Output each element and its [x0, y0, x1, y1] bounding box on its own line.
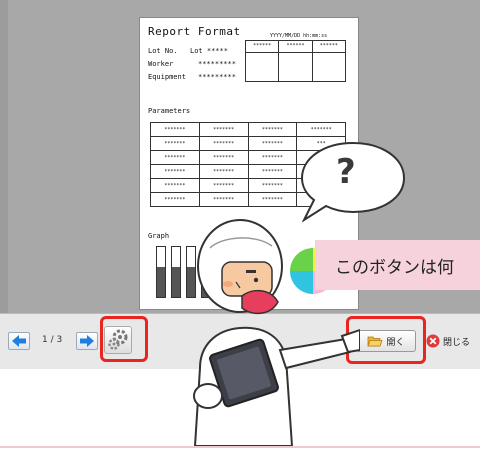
parameter-cell: ******* — [150, 136, 200, 151]
arrow-right-icon — [80, 335, 94, 347]
bottom-divider — [0, 446, 480, 448]
worker-value: ********* — [198, 60, 236, 68]
page-indicator: 1 / 3 — [42, 335, 63, 345]
parameter-cell: ******* — [247, 136, 298, 151]
stamp-header: ****** — [319, 43, 338, 49]
close-button[interactable]: 閉じる — [424, 330, 480, 352]
parameter-cell: ******* — [247, 178, 298, 193]
parameter-cell: ******* — [198, 164, 249, 179]
parameter-cell: ******* — [247, 122, 298, 137]
lot-label: Lot No. — [148, 47, 178, 55]
report-title: Report Format — [148, 25, 241, 38]
parameter-cell: ******* — [198, 122, 249, 137]
worker-label: Worker — [148, 60, 174, 68]
parameter-cell: ******* — [198, 178, 249, 193]
report-datetime: YYYY/MM/DD hh:mm:ss — [270, 33, 328, 39]
parameter-cell: ******* — [150, 122, 200, 137]
parameter-cell: ******* — [247, 192, 298, 207]
table-row: ******* ******* ******* ******* — [150, 122, 346, 137]
next-page-button[interactable] — [76, 332, 98, 350]
settings-highlight — [100, 316, 148, 362]
parameter-cell: ******* — [247, 164, 298, 179]
parameter-cell: ******* — [150, 178, 200, 193]
prev-page-button[interactable] — [8, 332, 30, 350]
worker-illustration — [193, 219, 360, 446]
close-icon — [426, 334, 440, 348]
stamp-header: ****** — [279, 41, 313, 52]
parameter-cell: ******* — [150, 150, 200, 165]
parameter-cell: ******* — [247, 150, 298, 165]
stamp-header: ****** — [246, 41, 280, 52]
equipment-label: Equipment — [148, 73, 186, 81]
parameters-label: Parameters — [148, 107, 191, 115]
parameter-cell: ******* — [150, 164, 200, 179]
parameter-cell: ******* — [296, 122, 346, 137]
question-mark: ? — [336, 152, 356, 192]
parameter-cell: ******* — [198, 150, 249, 165]
arrow-left-icon — [12, 335, 26, 347]
viewer-edge — [0, 0, 8, 313]
equipment-value: ********* — [198, 73, 236, 81]
parameter-cell: ******* — [198, 192, 249, 207]
close-button-label: 閉じる — [443, 337, 471, 348]
parameter-cell: ******* — [150, 192, 200, 207]
approval-stamps: ****** ****** ****** — [245, 40, 346, 82]
parameter-cell: ******* — [198, 136, 249, 151]
lot-value: Lot ***** — [190, 47, 228, 55]
